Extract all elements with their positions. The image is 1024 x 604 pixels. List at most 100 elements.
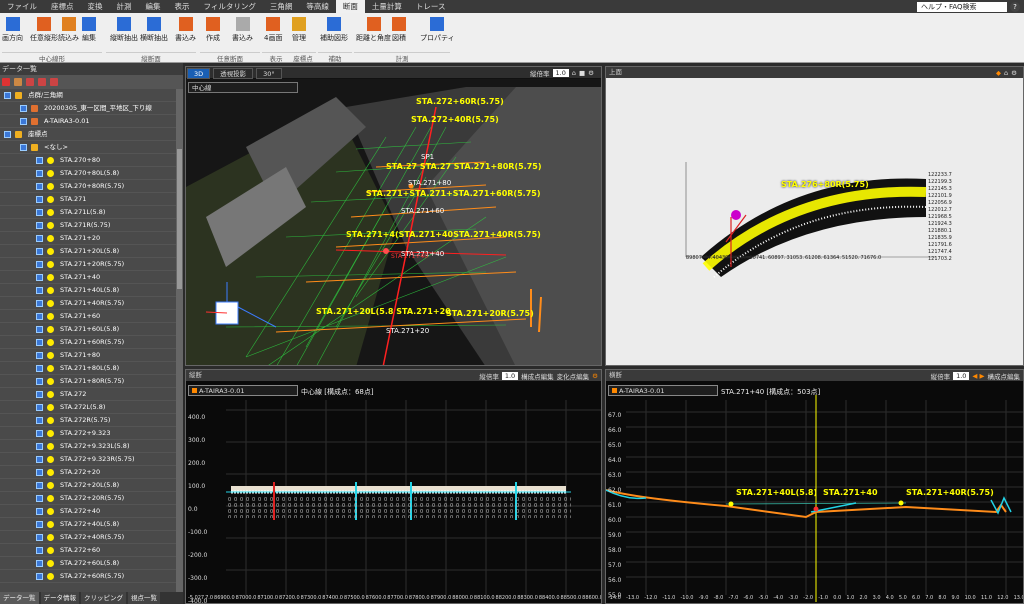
panel-tab-0[interactable]: データ一覧 [0, 592, 39, 604]
view-3d-combo[interactable]: 中心線 [188, 82, 298, 93]
tree-item[interactable]: STA.271+80 [0, 349, 176, 362]
checkbox[interactable] [36, 416, 43, 424]
tree-item[interactable]: 20200305_東一区間_平地区_下り線 [0, 102, 176, 115]
checkbox[interactable] [20, 117, 27, 125]
tree-item[interactable]: STA.272+60R(5.75) [0, 570, 176, 583]
tree-item[interactable]: STA.271+40R(5.75) [0, 297, 176, 310]
help-icon[interactable]: ? [1010, 1, 1020, 12]
checkbox[interactable] [36, 559, 43, 567]
checkbox[interactable] [36, 221, 43, 229]
home-icon-top[interactable]: ⌂ [1004, 69, 1008, 77]
scroll-thumb[interactable] [177, 149, 182, 289]
checkbox[interactable] [36, 494, 43, 502]
panel-tab-1[interactable]: データ情報 [40, 592, 79, 604]
table-icon[interactable] [38, 78, 46, 86]
camera-icon[interactable]: ■ [579, 69, 585, 77]
checkbox[interactable] [36, 429, 43, 437]
tree-item[interactable]: STA.271+80L(5.8) [0, 362, 176, 375]
checkbox[interactable] [36, 234, 43, 242]
ribbon-button-5[interactable]: 横断抽出 [140, 15, 168, 49]
tree-item[interactable]: STA.272+9.323 [0, 427, 176, 440]
checkbox[interactable] [36, 546, 43, 554]
menu-item-11[interactable]: トレース [409, 0, 453, 13]
tree-item[interactable]: STA.272+60 [0, 544, 176, 557]
cross-section-canvas[interactable] [606, 370, 1024, 604]
tree-item[interactable]: STA.271+20 [0, 232, 176, 245]
menu-item-0[interactable]: ファイル [0, 0, 44, 13]
tree-item[interactable]: STA.272+20L(5.8) [0, 479, 176, 492]
checkbox[interactable] [36, 208, 43, 216]
menu-item-9[interactable]: 断面 [335, 0, 365, 13]
tree-item[interactable]: STA.271 [0, 193, 176, 206]
checkbox[interactable] [36, 377, 43, 385]
checkbox[interactable] [20, 143, 27, 151]
checkbox[interactable] [36, 312, 43, 320]
menu-item-4[interactable]: 編集 [139, 0, 168, 13]
ribbon-button-2[interactable]: 読込み [58, 15, 79, 49]
menu-item-1[interactable]: 座標点 [44, 0, 81, 13]
checkbox[interactable] [36, 351, 43, 359]
tree-item[interactable]: STA.272 [0, 388, 176, 401]
checkbox[interactable] [36, 338, 43, 346]
tree-item[interactable]: 点群/三角網 [0, 89, 176, 102]
tree-item[interactable]: STA.272+20 [0, 466, 176, 479]
checkbox[interactable] [36, 156, 43, 164]
checkbox[interactable] [36, 572, 43, 580]
tree-item[interactable]: STA.271+20L(5.8) [0, 245, 176, 258]
checkbox[interactable] [36, 247, 43, 255]
ribbon-button-14[interactable]: プロパティ [420, 15, 455, 49]
tree-item[interactable]: STA.272L(5.8) [0, 401, 176, 414]
checkbox[interactable] [36, 455, 43, 463]
checkbox[interactable] [36, 325, 43, 333]
ribbon-button-1[interactable]: 任意縦形 [30, 15, 58, 49]
ribbon-button-8[interactable]: 書込み [232, 15, 253, 49]
checkbox[interactable] [4, 91, 11, 99]
view-cross-section[interactable]: 横断 縦倍率 1.0 ◀ ▶ 構成点編集 A-TAIRA3-0.01 STA.2… [605, 369, 1024, 604]
tree-item[interactable]: STA.272+40L(5.8) [0, 518, 176, 531]
checkbox[interactable] [36, 533, 43, 541]
tree-item[interactable]: STA.271+80R(5.75) [0, 375, 176, 388]
checkbox[interactable] [36, 182, 43, 190]
tab-3d[interactable]: 3D [187, 68, 211, 79]
checkbox[interactable] [36, 195, 43, 203]
filter-icon[interactable] [14, 78, 22, 86]
zoom-input[interactable]: 1.0 [552, 68, 569, 77]
menu-item-10[interactable]: 土量計算 [365, 0, 409, 13]
menu-item-8[interactable]: 等高線 [299, 0, 336, 13]
menu-item-6[interactable]: フィルタリング [197, 0, 263, 13]
view-top[interactable]: 上面 STA.276+80R(5.75) 122233.7 122199.3 122… [605, 66, 1024, 366]
tree-item[interactable]: STA.272R(5.75) [0, 414, 176, 427]
tree-item[interactable]: STA.272+9.323L(5.8) [0, 440, 176, 453]
ribbon-button-7[interactable]: 作成 [206, 15, 220, 49]
view-3d[interactable]: 中心線 縦倍率 1.0 ⌂ ■ ⚙ STA.271+4(STA.271+40ST… [185, 66, 602, 366]
checkbox[interactable] [36, 403, 43, 411]
ribbon-button-6[interactable]: 書込み [175, 15, 196, 49]
checkbox[interactable] [36, 442, 43, 450]
tree-item[interactable]: STA.272+9.323R(5.75) [0, 453, 176, 466]
tab-angle[interactable]: 30° [256, 68, 282, 79]
checkbox[interactable] [4, 130, 11, 138]
tree-item[interactable]: STA.272+60L(5.8) [0, 557, 176, 570]
ribbon-button-4[interactable]: 縦断抽出 [110, 15, 138, 49]
checkbox[interactable] [36, 390, 43, 398]
checkbox[interactable] [36, 468, 43, 476]
tree-item[interactable]: A-TAIRA3-0.01 [0, 115, 176, 128]
home-icon[interactable]: ⌂ [572, 69, 576, 77]
menu-item-3[interactable]: 計測 [110, 0, 139, 13]
settings-icon-top[interactable]: ⚙ [1011, 69, 1017, 77]
ribbon-button-12[interactable]: 距離と角度 [356, 15, 391, 49]
tree-item[interactable]: <なし> [0, 141, 176, 154]
menu-item-2[interactable]: 変換 [81, 0, 110, 13]
tree-item[interactable]: STA.271+60 [0, 310, 176, 323]
checkbox[interactable] [36, 286, 43, 294]
checkbox[interactable] [36, 260, 43, 268]
checkbox[interactable] [36, 520, 43, 528]
checkbox[interactable] [36, 507, 43, 515]
tree-item[interactable]: STA.272+40R(5.75) [0, 531, 176, 544]
checkbox[interactable] [36, 364, 43, 372]
grid-icon[interactable] [26, 78, 34, 86]
settings-icon[interactable]: ⚙ [588, 69, 594, 77]
export-icon[interactable] [50, 78, 58, 86]
menu-item-5[interactable]: 表示 [168, 0, 197, 13]
delete-icon[interactable] [2, 78, 10, 86]
